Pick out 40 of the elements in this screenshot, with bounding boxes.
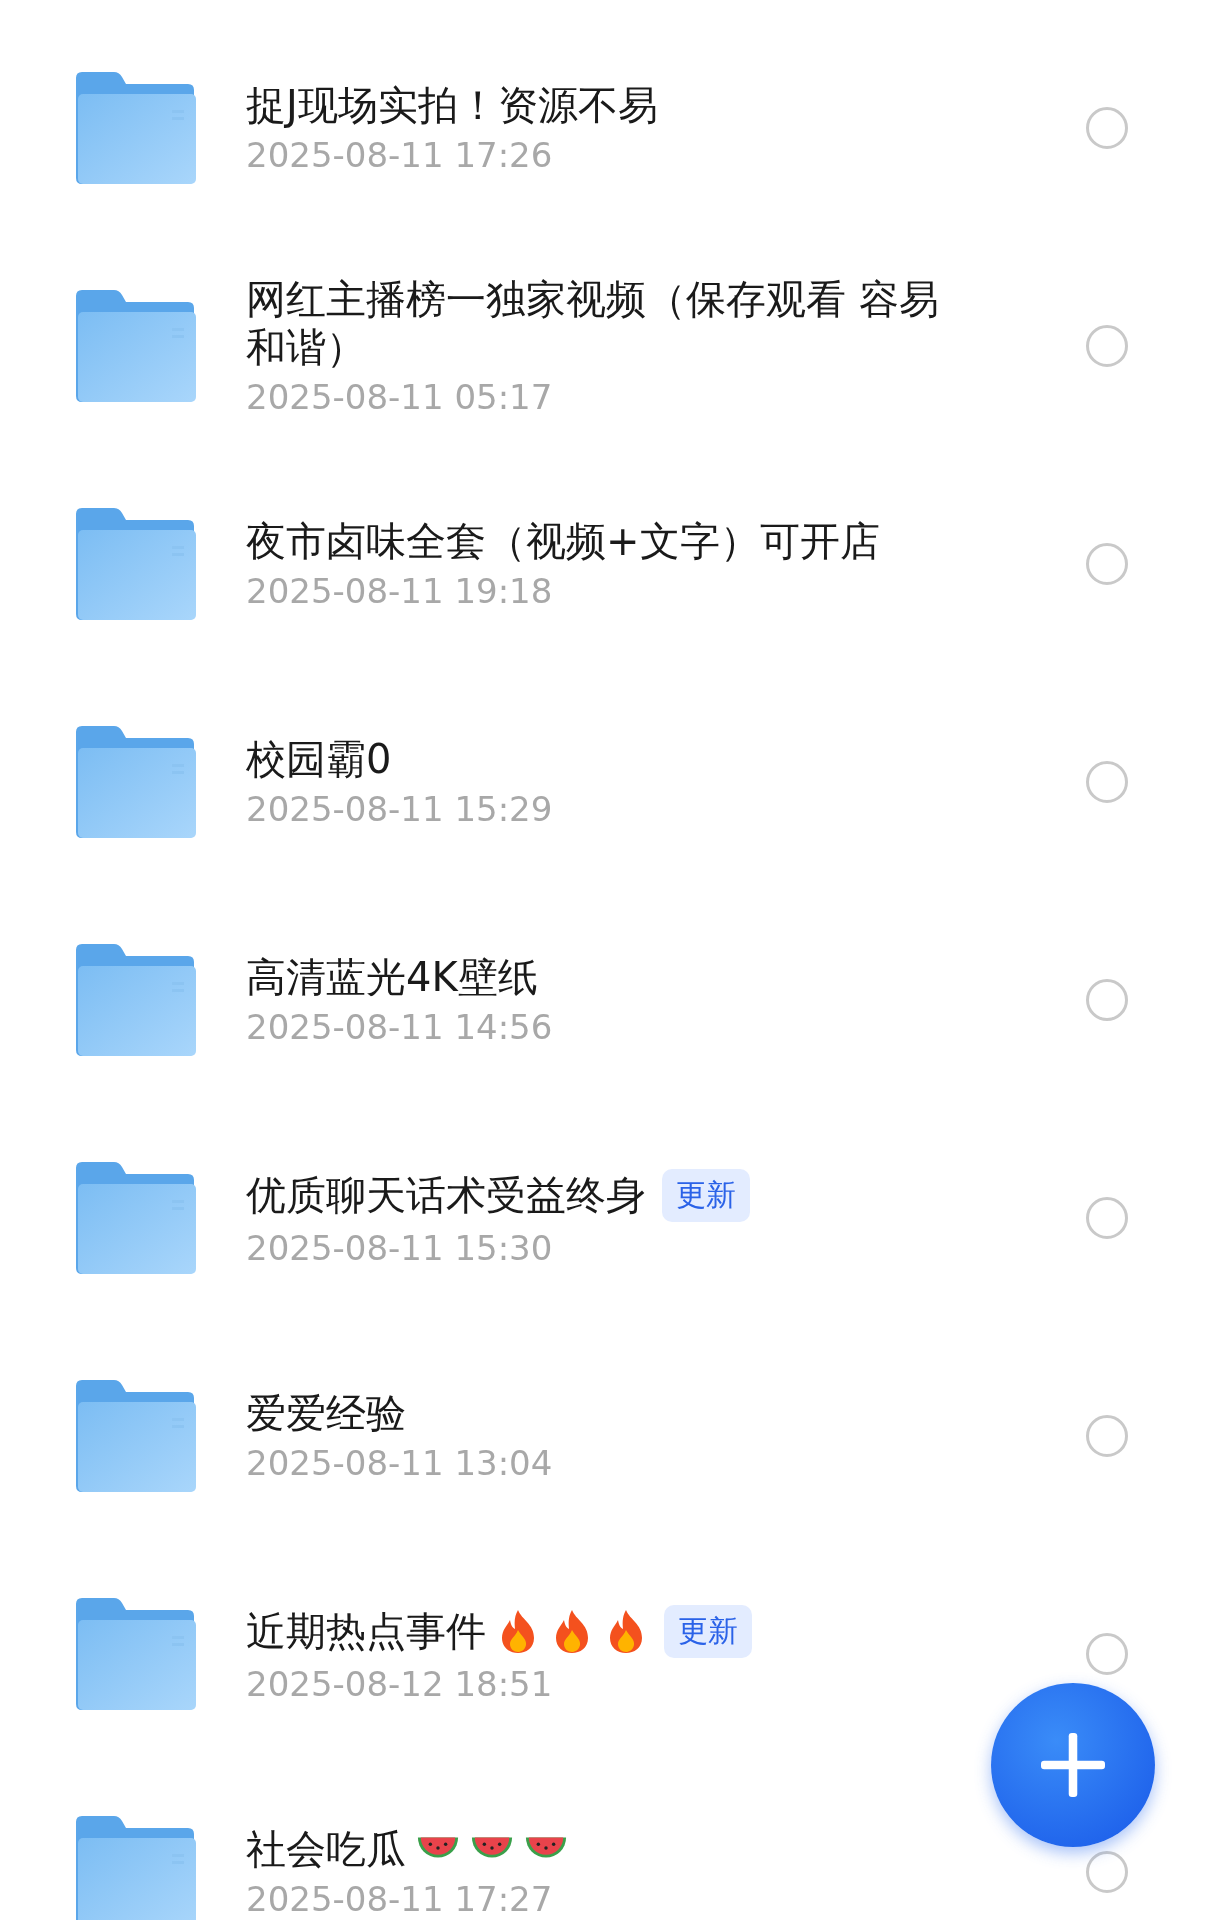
select-radio[interactable] [1086, 1415, 1128, 1457]
folder-name: 优质聊天话术受益终身 [246, 1171, 646, 1219]
update-tag: 更新 [664, 1604, 752, 1658]
folder-icon [74, 1598, 196, 1710]
folder-name: 校园霸0 [246, 735, 392, 783]
update-tag: 更新 [662, 1168, 750, 1222]
folder-icon [74, 72, 196, 184]
modified-date: 2025-08-11 15:30 [246, 1227, 554, 1268]
plus-icon [1041, 1733, 1105, 1797]
select-radio[interactable] [1086, 1633, 1128, 1675]
folder-icon [74, 1816, 196, 1920]
add-button[interactable] [991, 1683, 1155, 1847]
select-radio[interactable] [1086, 761, 1128, 803]
select-radio[interactable] [1086, 1851, 1128, 1893]
modified-date: 2025-08-11 05:17 [246, 377, 554, 417]
folder-name: 社会吃瓜 [246, 1825, 406, 1873]
folder-icon [74, 944, 196, 1056]
select-radio[interactable] [1086, 543, 1128, 585]
folder-icon [74, 726, 196, 838]
modified-date: 2025-08-11 15:29 [246, 789, 554, 829]
folder-name: 网红主播榜一独家视频（保存观看 容易和谐） [246, 275, 940, 371]
modified-date: 2025-08-11 17:27 [246, 1879, 554, 1919]
select-radio[interactable] [1086, 107, 1128, 149]
folder-name: 捉J现场实拍！资源不易 [246, 81, 658, 129]
modified-date: 2025-08-11 14:56 [246, 1007, 554, 1047]
modified-date: 2025-08-11 13:04 [246, 1443, 554, 1483]
folder-icon [74, 290, 196, 402]
folder-icon [74, 1380, 196, 1492]
select-radio[interactable] [1086, 325, 1128, 367]
folder-icon [74, 1162, 196, 1274]
folder-name: 夜市卤味全套（视频+文字）可开店 [246, 517, 880, 565]
select-radio[interactable] [1086, 1197, 1128, 1239]
select-radio[interactable] [1086, 979, 1128, 1021]
folder-name: 近期热点事件 [246, 1607, 486, 1655]
folder-name: 高清蓝光4K壁纸 [246, 953, 538, 1001]
modified-date: 2025-08-11 19:18 [246, 571, 554, 611]
modified-date: 2025-08-11 17:26 [246, 135, 554, 175]
folder-name: 爱爱经验 [246, 1389, 406, 1437]
folder-icon [74, 508, 196, 620]
modified-date: 2025-08-12 18:51 [246, 1663, 554, 1704]
